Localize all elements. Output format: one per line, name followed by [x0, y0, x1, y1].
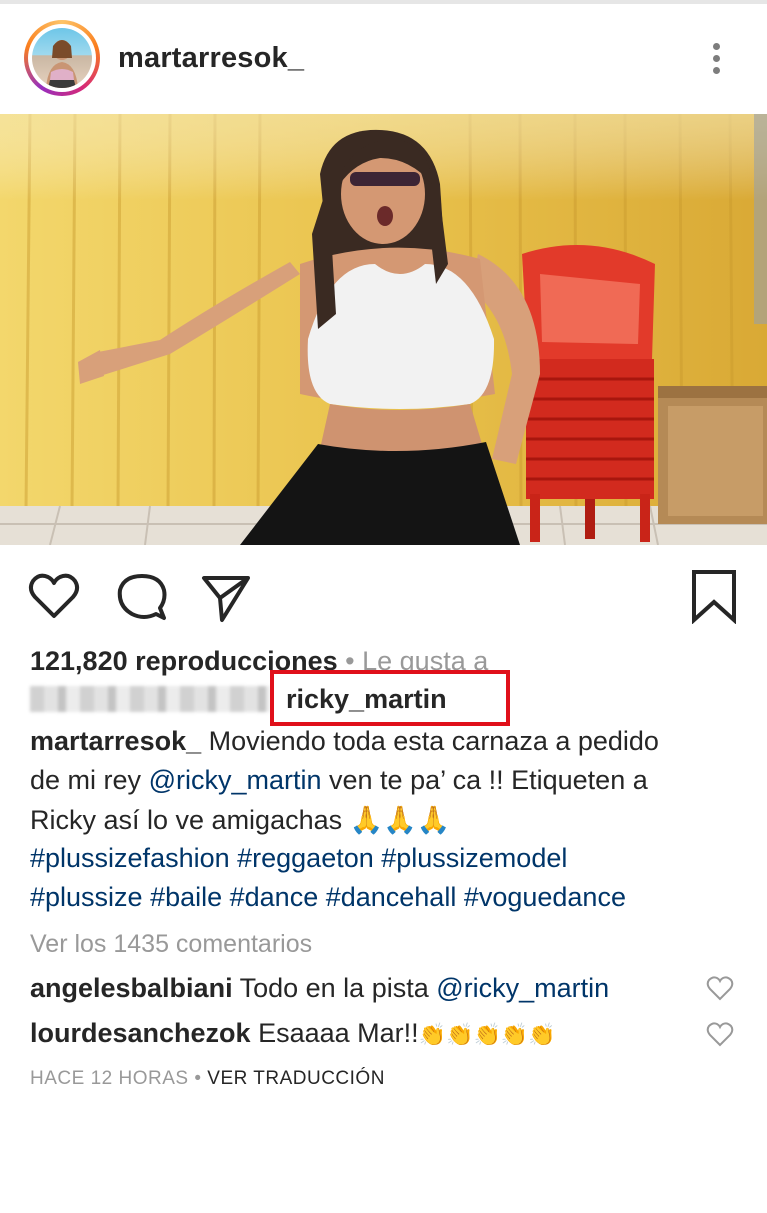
comment-row: angelesbalbiani Todo en la pista @ricky_… [30, 973, 609, 1004]
comment-row: lourdesanchezok Esaaaa Mar!!👏👏👏👏👏 [30, 1018, 556, 1049]
view-comments-link[interactable]: Ver los 1435 comentarios [30, 930, 312, 959]
caption-mention[interactable]: @ricky_martin [149, 765, 322, 795]
comment-icon[interactable] [114, 568, 170, 624]
clap-emoji-icon: 👏👏👏👏👏 [418, 1023, 556, 1048]
comment-mention[interactable]: @ricky_martin [436, 973, 609, 1003]
send-icon[interactable] [198, 568, 254, 624]
liked-by-line: y [30, 684, 291, 715]
liked-by-highlighted-user[interactable]: ricky_martin [286, 684, 447, 715]
caption-text-3: Ricky así lo ve amigachas [30, 805, 343, 835]
comment-like-heart-icon[interactable] [706, 976, 734, 1002]
post-username[interactable]: martarresok_ [118, 42, 304, 75]
caption-text-2b: ven te pa’ ca !! Etiqueten a [329, 765, 648, 795]
caption-text-2a: de mi rey [30, 765, 142, 795]
footer-separator: • [194, 1068, 202, 1089]
caption-line-3: Ricky así lo ve amigachas 🙏🙏🙏 [30, 804, 451, 836]
post-timestamp: HACE 12 HORAS [30, 1068, 189, 1089]
highlight-box: ricky_martin [270, 670, 510, 726]
caption-line-1: martarresok_ Moviendo toda esta carnaza … [30, 726, 659, 757]
caption-text-1: Moviendo toda esta carnaza a pedido [208, 726, 659, 756]
hashtags-line-2[interactable]: #plussize #baile #dance #dancehall #vogu… [30, 882, 626, 913]
more-vertical-icon[interactable] [702, 38, 732, 78]
caption-line-2: de mi rey @ricky_martin ven te pa’ ca !!… [30, 765, 648, 796]
comment-username[interactable]: angelesbalbiani [30, 973, 233, 1003]
post-footer: HACE 12 HORAS • VER TRADUCCIÓN [30, 1068, 385, 1090]
hashtags-line-1[interactable]: #plussizefashion #reggaeton #plussizemod… [30, 843, 567, 874]
comment-like-heart-icon[interactable] [706, 1022, 734, 1048]
avatar[interactable] [24, 20, 100, 96]
heart-icon[interactable] [26, 568, 82, 624]
bookmark-icon[interactable] [686, 568, 742, 624]
post-actions [0, 560, 767, 630]
comment-text: Todo en la pista [239, 973, 429, 1003]
pray-emoji-icon: 🙏🙏🙏 [349, 805, 451, 836]
comment-username[interactable]: lourdesanchezok [30, 1018, 251, 1048]
comment-text: Esaaaa Mar!! [258, 1018, 419, 1048]
caption-username[interactable]: martarresok_ [30, 726, 201, 756]
post-video[interactable] [0, 114, 767, 545]
post-header: martarresok_ [0, 4, 767, 114]
translate-link[interactable]: VER TRADUCCIÓN [207, 1068, 385, 1089]
blurred-username [30, 686, 270, 712]
